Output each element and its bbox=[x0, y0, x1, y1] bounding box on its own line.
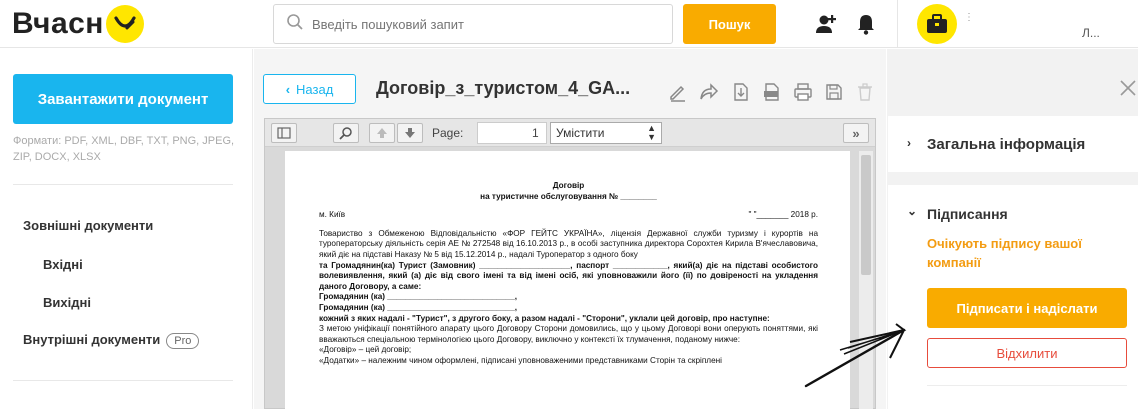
annotation-arrow-icon bbox=[804, 323, 907, 388]
zoom-select[interactable]: Умістити ▲ ▼ bbox=[550, 122, 662, 144]
page-number-value: 1 bbox=[532, 126, 539, 140]
panel-divider bbox=[927, 385, 1127, 386]
sidebar-item-internal-documents[interactable]: Внутрішні документи Pro bbox=[23, 332, 200, 349]
document-subheading: на туристичне обслуговування № ________ bbox=[480, 191, 657, 201]
upload-document-button[interactable]: Завантажити документ bbox=[13, 74, 233, 124]
search-icon bbox=[286, 13, 304, 36]
briefcase-icon[interactable] bbox=[917, 4, 957, 44]
logo-text: Вчасн bbox=[12, 7, 104, 40]
search-input[interactable] bbox=[312, 16, 652, 32]
signing-title[interactable]: Підписання bbox=[927, 206, 1008, 222]
header-divider bbox=[897, 0, 898, 48]
document-paragraph: «Додатки» – належним чином оформлені, пі… bbox=[319, 355, 722, 365]
document-page: Договір на туристичне обслуговування № _… bbox=[285, 151, 850, 411]
general-info-section[interactable]: › Загальна інформація bbox=[888, 116, 1138, 172]
document-title: Договір_з_туристом_4_GA... bbox=[376, 78, 631, 98]
bell-icon[interactable] bbox=[854, 12, 878, 36]
document-place-date: м. Київ " "_______ 2018 р. bbox=[319, 210, 818, 221]
document-paragraph: та Громадянин(ка) Турист (Замовник) ____… bbox=[319, 260, 818, 291]
sidebar-item-outgoing[interactable]: Вихідні bbox=[43, 295, 91, 310]
sidebar-toggle-icon[interactable] bbox=[271, 123, 297, 143]
sidebar-item-label: Внутрішні документи bbox=[23, 332, 161, 347]
reject-button[interactable]: Відхилити bbox=[927, 338, 1127, 368]
document-heading: Договір bbox=[552, 181, 585, 190]
viewer-toolbar: Page: 1 Умістити ▲ ▼ » bbox=[265, 119, 875, 147]
document-paragraph: «Договір» – цей договір; bbox=[319, 345, 412, 355]
sidebar-item-external-documents[interactable]: Зовнішні документи bbox=[23, 218, 153, 233]
save-icon[interactable] bbox=[824, 82, 844, 102]
sidebar: Завантажити документ Формати: PDF, XML, … bbox=[0, 49, 253, 409]
user-name[interactable]: Л... bbox=[1082, 26, 1100, 40]
formats-hint: Формати: PDF, XML, DBF, TXT, PNG, JPEG, … bbox=[13, 135, 235, 163]
edit-icon[interactable] bbox=[668, 82, 688, 102]
back-label: Назад bbox=[296, 81, 334, 97]
company-name-dots: ⋮ bbox=[964, 12, 974, 23]
page-number-input[interactable]: 1 bbox=[477, 122, 547, 144]
zoom-value: Умістити bbox=[556, 126, 605, 140]
tools-toggle-icon[interactable]: » bbox=[843, 123, 869, 143]
share-icon[interactable] bbox=[699, 82, 719, 102]
close-icon[interactable] bbox=[1120, 80, 1136, 101]
search-button[interactable]: Пошук bbox=[683, 4, 776, 44]
page-label: Page: bbox=[432, 126, 464, 140]
document-date: " "_______ 2018 р. bbox=[748, 210, 818, 220]
document-area: ‹ Назад Договір_з_туристом_4_GA... Page:… bbox=[254, 49, 886, 411]
document-paragraph: Громадянин (ка) ________________________… bbox=[319, 292, 518, 302]
top-bar: Вчасн Пошук ⋮ Л... bbox=[0, 0, 1138, 48]
sidebar-divider bbox=[13, 184, 233, 185]
awaiting-signature-status: Очікують підпису вашої компанії bbox=[927, 236, 1082, 270]
scrollbar-thumb[interactable] bbox=[861, 155, 871, 275]
pdf-viewer: Page: 1 Умістити ▲ ▼ » Договір на туристи… bbox=[264, 118, 876, 411]
search-box[interactable] bbox=[273, 4, 673, 44]
chevron-right-icon: › bbox=[907, 136, 911, 150]
document-city: м. Київ bbox=[319, 210, 346, 220]
print-icon[interactable] bbox=[793, 82, 813, 102]
add-user-icon[interactable] bbox=[814, 12, 838, 36]
logo-smile-icon bbox=[105, 5, 144, 43]
select-arrows-icon: ▲ ▼ bbox=[647, 123, 656, 142]
find-icon[interactable] bbox=[333, 123, 359, 143]
sign-and-send-button[interactable]: Підписати і надіслати bbox=[927, 288, 1127, 328]
document-paragraph: Громадянин (ка) ________________________… bbox=[319, 302, 518, 312]
trash-icon[interactable] bbox=[855, 82, 875, 102]
pdf-icon[interactable] bbox=[762, 82, 782, 102]
chevron-left-icon: ‹ bbox=[285, 81, 291, 97]
document-paragraph: З метою уніфікації понятійного апарату ц… bbox=[319, 324, 818, 344]
document-paragraph: кожний з яких надалі - "Турист", з друго… bbox=[319, 313, 770, 323]
download-icon[interactable] bbox=[730, 82, 750, 102]
previous-page-icon[interactable] bbox=[369, 123, 395, 143]
general-info-title: Загальна інформація bbox=[927, 136, 1086, 153]
pro-badge: Pro bbox=[166, 333, 200, 349]
chevron-down-icon[interactable]: ⌄ bbox=[907, 204, 917, 218]
sidebar-divider bbox=[13, 380, 233, 381]
vchasno-logo[interactable]: Вчасн bbox=[12, 4, 144, 44]
sidebar-item-incoming[interactable]: Вхідні bbox=[43, 257, 83, 272]
document-paragraph: Товариство з Обмеженою Відповідальністю … bbox=[319, 228, 818, 259]
next-page-icon[interactable] bbox=[397, 123, 423, 143]
back-button[interactable]: ‹ Назад bbox=[263, 74, 356, 104]
